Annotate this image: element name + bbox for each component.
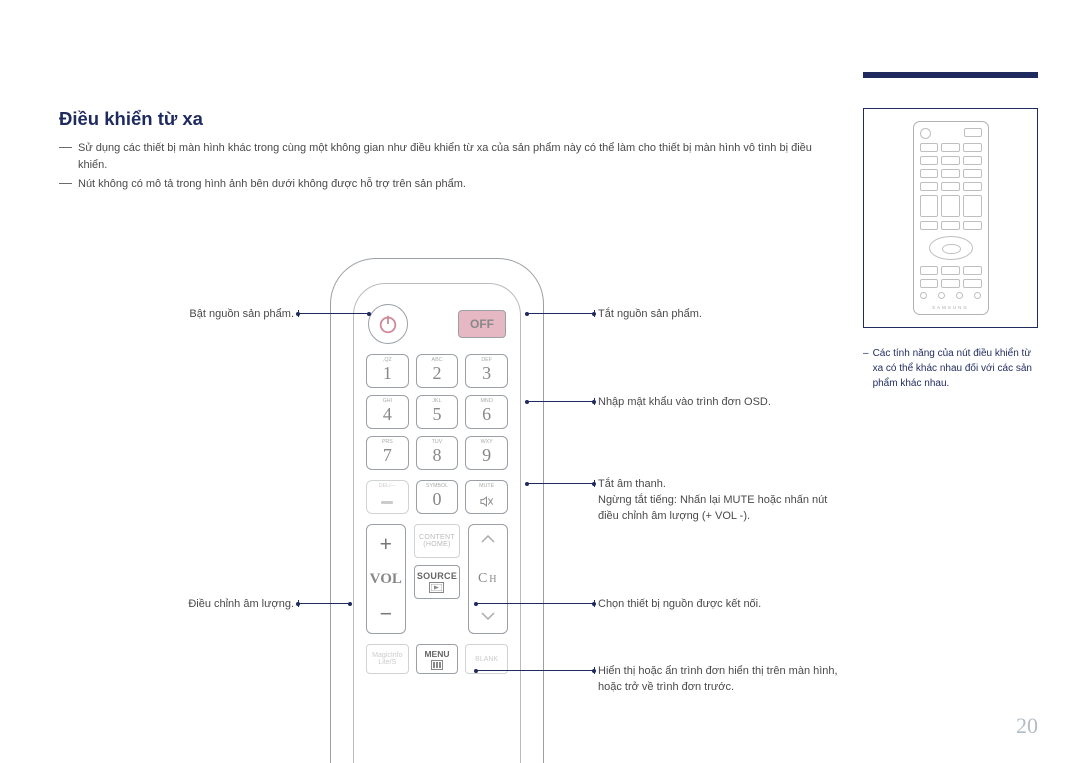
callout-source: Chọn thiết bị nguồn được kết nối.: [598, 597, 858, 613]
intro-note-2: ―Nút không có mô tả trong hình ảnh bên d…: [59, 176, 829, 201]
callout-menu: Hiển thị hoặc ẩn trình đơn hiển thị trên…: [598, 664, 858, 696]
channel-button: Ch: [468, 524, 508, 634]
mute-button: MUTE: [465, 480, 508, 514]
mute-icon: [479, 494, 494, 509]
power-button: [368, 304, 408, 344]
key-3: DEF3: [465, 354, 508, 388]
callout-mute-line2: Ngừng tắt tiếng: Nhấn lại MUTE hoặc nhấn…: [598, 493, 838, 525]
off-button: OFF: [458, 310, 506, 338]
remote-thumbnail: SAMSUNG: [863, 108, 1038, 328]
remote-illustration: OFF ,QZ1 ABC2 DEF3 GHI4 JKL5 MNO6 PRS7 T…: [330, 258, 544, 763]
callout-power-on: Bật nguồn sản phẩm.: [164, 307, 294, 323]
power-icon: [377, 313, 399, 335]
chevron-down-icon: [479, 610, 497, 625]
key-8: TUV8: [416, 436, 459, 470]
key-5: JKL5: [416, 395, 459, 429]
source-icon: [429, 582, 444, 593]
menu-button: MENU: [416, 644, 459, 674]
header-divider: [863, 72, 1038, 78]
menu-icon: [431, 660, 443, 670]
key-7: PRS7: [366, 436, 409, 470]
source-button: SOURCE: [414, 565, 461, 599]
del-button: DEL/—: [366, 480, 409, 514]
intro-note-1: ―Sử dụng các thiết bị màn hình khác tron…: [59, 140, 829, 181]
key-0: SYMBOL0: [416, 480, 459, 514]
key-9: WXY9: [465, 436, 508, 470]
callout-keypad: Nhập mật khẩu vào trình đơn OSD.: [598, 395, 838, 411]
volume-button: + VOL −: [366, 524, 406, 634]
key-6: MNO6: [465, 395, 508, 429]
key-1: ,QZ1: [366, 354, 409, 388]
callout-power-off: Tắt nguồn sản phẩm.: [598, 307, 838, 323]
key-2: ABC2: [416, 354, 459, 388]
chevron-up-icon: [479, 533, 497, 548]
callout-mute: Tắt âm thanh. Ngừng tắt tiếng: Nhấn lại …: [598, 477, 838, 525]
content-home-button: CONTENT (HOME): [414, 524, 461, 558]
side-note: – Các tính năng của nút điều khiển từ xa…: [863, 346, 1038, 391]
callout-volume: Điều chỉnh âm lượng.: [154, 597, 294, 613]
magicinfo-button: MagicInfo Lite/S: [366, 644, 409, 674]
section-title: Điều khiển từ xa: [59, 108, 203, 130]
callout-mute-line1: Tắt âm thanh.: [598, 477, 838, 493]
key-4: GHI4: [366, 395, 409, 429]
page-number: 20: [1016, 713, 1038, 739]
keypad: ,QZ1 ABC2 DEF3 GHI4 JKL5 MNO6 PRS7 TUV8 …: [366, 354, 508, 470]
